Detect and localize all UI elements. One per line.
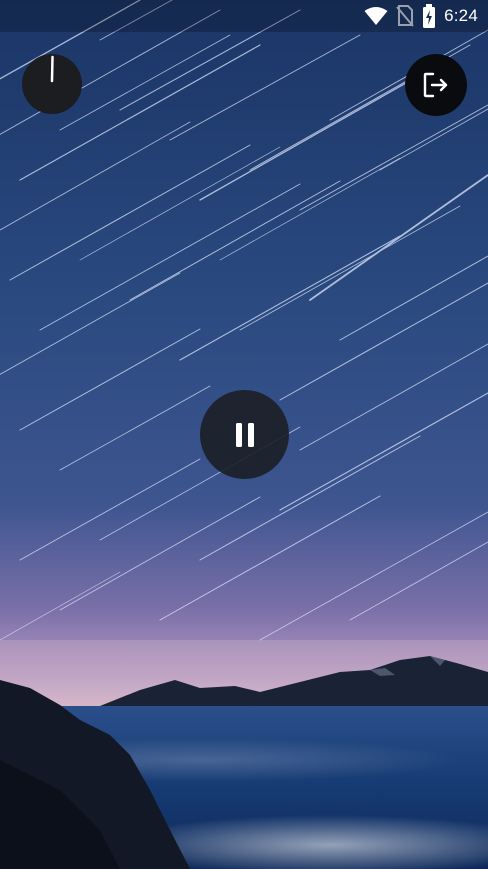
status-time: 6:24 <box>444 6 478 25</box>
wifi-icon <box>364 6 388 26</box>
exit-button[interactable] <box>405 54 467 116</box>
pause-icon <box>235 422 254 447</box>
status-bar: 6:24 <box>0 0 488 32</box>
timer-button[interactable] <box>22 54 82 114</box>
no-sim-icon <box>396 5 414 27</box>
exit-icon <box>423 72 448 98</box>
status-icons: 6:24 <box>364 0 478 32</box>
battery-charging-icon <box>422 4 436 28</box>
pause-button[interactable] <box>200 390 289 479</box>
timer-icon <box>50 55 54 83</box>
app-screen: 6:24 <box>0 0 488 869</box>
